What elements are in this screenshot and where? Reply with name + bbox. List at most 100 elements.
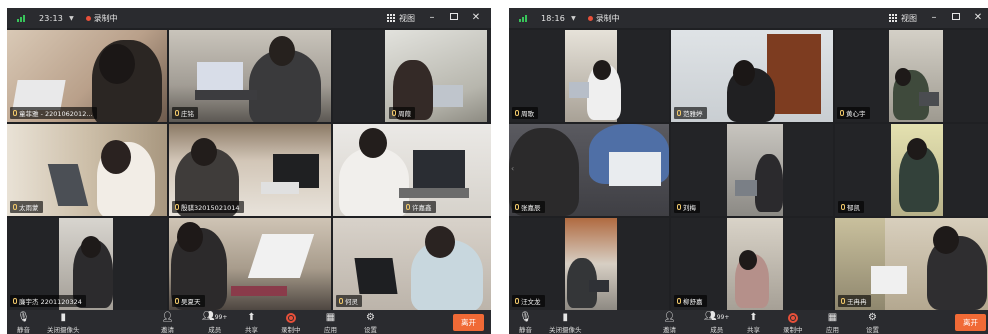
minimize-button[interactable]: – [427,13,437,23]
participant-name-tag: 柳舒嘉 [674,295,707,307]
members-button[interactable]: 👥︎99+ 成员 [202,311,227,334]
video-camera-icon: ▮ [562,312,568,323]
leave-button[interactable]: 离开 [955,314,986,331]
members-button[interactable]: 👥︎99+ 成员 [704,311,729,334]
microphone-icon: 🎙︎ [519,312,532,323]
chevron-down-icon[interactable]: ▼ [69,15,74,22]
add-user-icon: 👤︎ [161,312,174,323]
video-tile[interactable]: 范雅婷 [671,30,833,122]
chevron-down-icon[interactable]: ▼ [571,15,576,22]
recording-button[interactable]: 录制中 [783,313,803,334]
meeting-toolbar: 🎙︎ 静音 ▮ 关闭摄像头 👤︎ 邀请 👥︎99+ 成员 ⬆ 共享 录制中 ▦ 应用 ⚙ 设置… [7,310,491,334]
recording-button[interactable]: 录制中 [281,313,301,334]
video-grid: 周歌 范雅婷 黄心宇 ‹ 张嘉辰 刘梅 郁凯 汪文龙 柳舒嘉 王冉冉 [509,30,988,310]
participant-name-tag: 何灵 [336,295,362,307]
record-icon [787,313,798,323]
microphone-icon [406,204,410,210]
participant-name-tag: 郁凯 [838,201,864,213]
recording-dot-icon [85,15,91,21]
video-tile[interactable]: 殷骐32015021014 [169,124,331,216]
video-tile[interactable]: 柳舒嘉 [671,218,833,310]
microphone-icon [677,298,681,304]
microphone-icon [677,110,681,116]
participant-name-tag: 太雨蒙 [10,201,43,213]
share-button[interactable]: ⬆ 共享 [245,312,258,334]
settings-button[interactable]: ⚙ 设置 [364,312,377,334]
members-icon: 👥︎99+ [704,311,730,322]
grid-view-icon [387,14,395,22]
microphone-icon [13,204,17,210]
members-icon: 👥︎99+ [202,311,228,322]
video-tile[interactable]: 吴夏天 [169,218,331,310]
add-user-icon: 👤︎ [663,312,676,323]
close-button[interactable]: ✕ [471,13,481,23]
mute-button[interactable]: 🎙︎ 静音 [17,312,30,334]
microphone-icon [175,204,179,210]
title-bar: 18:16 ▼ 录制中 视图 – ✕ [509,8,988,28]
apps-button[interactable]: ▦ 应用 [826,312,839,334]
apps-grid-icon: ▦ [827,312,838,323]
maximize-button[interactable] [449,13,459,23]
view-button[interactable]: 视图 [889,13,917,24]
maximize-button[interactable] [951,13,961,23]
participant-name-tag: 范雅婷 [674,107,707,119]
camera-off-button[interactable]: ▮ 关闭摄像头 [549,312,582,334]
video-tile[interactable]: 周葭 [333,30,491,122]
microphone-icon [175,110,179,116]
microphone-icon [515,110,519,116]
video-tile[interactable]: 王冉冉 [835,218,988,310]
share-screen-icon: ⬆ [749,312,758,323]
view-button[interactable]: 视图 [387,13,415,24]
title-bar: 23:13 ▼ 录制中 视图 – ✕ [7,8,491,28]
signal-icon [17,14,25,22]
invite-button[interactable]: 👤︎ 邀请 [663,312,676,334]
signal-icon [519,14,527,22]
microphone-icon [515,298,519,304]
video-tile[interactable]: 童菲雅 - 2201062012... [7,30,167,122]
microphone-icon [841,298,845,304]
participant-name-tag: 廉宇杰 2201120324 [10,295,86,307]
participant-name-tag: 周歌 [512,107,538,119]
participant-name-tag: 童菲雅 - 2201062012... [10,107,97,119]
meeting-window-left: 23:13 ▼ 录制中 视图 – ✕ 童菲雅 - 2201062012... 庄… [7,8,491,334]
microphone-icon [392,110,396,116]
video-tile[interactable]: 刘梅 [671,124,833,216]
close-button[interactable]: ✕ [973,13,983,23]
minimize-button[interactable]: – [929,13,939,23]
recording-indicator: 录制中 [587,13,620,24]
participant-name-tag: 黄心宇 [837,107,870,119]
leave-button[interactable]: 离开 [453,314,484,331]
video-tile[interactable]: 许嘉鑫 [333,124,491,216]
video-tile[interactable]: 太雨蒙 [7,124,167,216]
participant-name-tag: 周葭 [389,107,415,119]
share-button[interactable]: ⬆ 共享 [747,312,760,334]
microphone-icon [13,110,17,116]
video-tile[interactable]: 廉宇杰 2201120324 [7,218,167,310]
video-tile[interactable]: 何灵 [333,218,491,310]
record-icon [285,313,296,323]
video-tile[interactable]: 汪文龙 [509,218,669,310]
settings-button[interactable]: ⚙ 设置 [866,312,879,334]
participant-name-tag: 许嘉鑫 [403,201,436,213]
apps-grid-icon: ▦ [325,312,336,323]
microphone-icon [175,298,179,304]
video-tile[interactable]: ‹ 张嘉辰 [509,124,669,216]
grid-view-icon [889,14,897,22]
share-screen-icon: ⬆ [247,312,256,323]
mute-button[interactable]: 🎙︎ 静音 [519,312,532,334]
recording-indicator: 录制中 [85,13,118,24]
video-tile[interactable]: 郁凯 [835,124,988,216]
microphone-icon [841,204,845,210]
meeting-timer: 23:13 [39,13,64,23]
video-tile[interactable]: 周歌 [509,30,669,122]
apps-button[interactable]: ▦ 应用 [324,312,337,334]
participant-name-tag: 汪文龙 [512,295,545,307]
video-tile[interactable]: 庄铭 [169,30,331,122]
video-tile[interactable]: 黄心宇 [835,30,988,122]
chevron-left-icon[interactable]: ‹ [511,164,514,173]
microphone-icon [840,110,844,116]
camera-off-button[interactable]: ▮ 关闭摄像头 [47,312,80,334]
invite-button[interactable]: 👤︎ 邀请 [161,312,174,334]
microphone-icon [13,298,17,304]
participant-name-tag: 刘梅 [674,201,700,213]
